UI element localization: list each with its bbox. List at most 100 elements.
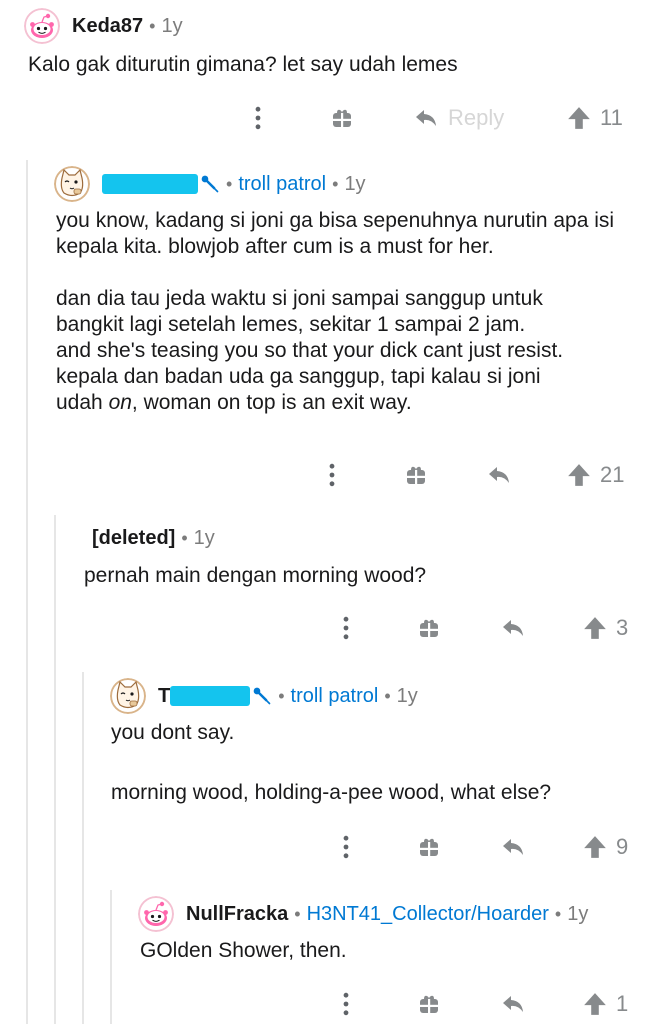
comment-text: Kalo gak diturutin gimana? let say udah … — [28, 53, 458, 76]
reply-arrow-icon — [499, 616, 527, 640]
mic-flair-icon — [252, 686, 272, 706]
award-gift-icon — [404, 463, 428, 487]
separator-dot: • — [332, 173, 339, 194]
more-vertical-icon — [341, 616, 351, 640]
comment-body: Kalo gak diturutin gimana? let say udah … — [28, 52, 648, 78]
vote-count: 9 — [616, 834, 629, 859]
separator-dot: • — [384, 685, 391, 706]
award-gift-icon — [417, 616, 441, 640]
snoo-avatar[interactable] — [138, 896, 174, 932]
comment-body: GOlden Shower, then. — [140, 938, 640, 964]
more-vertical-icon — [253, 106, 263, 130]
upvote-arrow-icon — [582, 834, 608, 860]
reply-arrow-icon — [499, 835, 527, 859]
mic-flair-icon — [200, 174, 220, 194]
reply-button[interactable]: Reply — [412, 98, 522, 138]
redacted-username — [102, 174, 198, 194]
comment-actions: 1 — [0, 984, 665, 1024]
more-vertical-icon — [327, 463, 337, 487]
more-options-button[interactable] — [334, 984, 358, 1024]
comment-3: [deleted] • 1y pernah main dengan mornin… — [0, 515, 665, 1024]
more-options-button[interactable] — [334, 827, 358, 867]
user-flair[interactable]: troll patrol — [238, 173, 326, 196]
award-button[interactable] — [415, 827, 443, 867]
award-gift-icon — [417, 992, 441, 1016]
upvote-button[interactable]: 21 — [566, 455, 646, 495]
comment-age: 1y — [193, 527, 215, 549]
more-options-button[interactable] — [334, 608, 358, 648]
reply-label: Reply — [448, 105, 505, 130]
more-options-button[interactable] — [320, 455, 344, 495]
award-gift-icon — [330, 106, 354, 130]
comment-paragraph: you dont say. — [111, 721, 235, 744]
comment-line: bangkit lagi setelah lemes, sekitar 1 sa… — [56, 313, 526, 336]
separator-dot: • — [294, 903, 301, 924]
user-flair[interactable]: H3NT41_Collector/Hoarder — [307, 903, 549, 926]
award-button[interactable] — [402, 455, 430, 495]
comment-header: NullFracka • H3NT41_Collector/Hoarder • … — [138, 896, 588, 932]
separator-dot: • — [181, 528, 188, 548]
award-button[interactable] — [415, 608, 443, 648]
reply-button[interactable] — [484, 455, 514, 495]
comment-age: 1y — [344, 172, 366, 195]
reply-button[interactable] — [498, 608, 528, 648]
comment-actions: 21 — [0, 455, 665, 495]
more-vertical-icon — [341, 835, 351, 859]
comment-text: GOlden Shower, then. — [140, 939, 347, 962]
vote-count: 1 — [616, 991, 629, 1016]
reply-arrow-icon — [499, 992, 527, 1016]
award-button[interactable] — [415, 984, 443, 1024]
comment-age: 1y — [396, 684, 418, 707]
upvote-arrow-icon — [582, 991, 608, 1017]
comment-1: Keda87 • 1y Kalo gak diturutin gimana? l… — [0, 0, 665, 150]
comment-header: [deleted] • 1y — [92, 527, 215, 550]
upvote-button[interactable]: 1 — [582, 984, 652, 1024]
more-vertical-icon — [341, 992, 351, 1016]
comment-header: Keda87 • 1y — [24, 8, 183, 44]
vote-count: 11 — [600, 105, 623, 130]
award-gift-icon — [417, 835, 441, 859]
comment-line: dan dia tau jeda waktu si joni sampai sa… — [56, 287, 543, 310]
more-options-button[interactable] — [246, 98, 270, 138]
separator-dot: • — [278, 685, 285, 706]
comment-line: and she's teasing you so that your dick … — [56, 339, 564, 362]
redacted-username — [170, 686, 251, 706]
comment-actions: 9 — [0, 827, 665, 867]
reply-button[interactable] — [498, 984, 528, 1024]
comment-paragraph: you know, kadang si joni ga bisa sepenuh… — [56, 209, 615, 258]
upvote-button[interactable]: 11 — [566, 98, 646, 138]
cat-avatar[interactable] — [110, 678, 146, 714]
username[interactable]: NullFracka — [186, 903, 288, 926]
comment-text: pernah main dengan morning wood? — [84, 564, 427, 587]
comment-line: , woman on top is an exit way. — [131, 391, 412, 414]
reply-arrow-icon — [412, 106, 440, 130]
vote-count: 21 — [600, 462, 625, 487]
upvote-button[interactable]: 3 — [582, 608, 652, 648]
snoo-avatar[interactable] — [24, 8, 60, 44]
cat-avatar[interactable] — [54, 166, 90, 202]
comment-header: T • troll patrol • 1y — [110, 678, 418, 714]
username[interactable]: Keda87 — [72, 15, 143, 38]
emphasis-text: on — [108, 391, 132, 414]
comment-2: • troll patrol • 1y you know, kadang si … — [0, 160, 665, 1024]
comment-5: NullFracka • H3NT41_Collector/Hoarder • … — [0, 890, 665, 1024]
comment-line: udah — [56, 391, 109, 414]
separator-dot: • — [554, 903, 562, 924]
comment-line: kepala dan badan uda ga sanggup, tapi ka… — [56, 365, 541, 388]
reply-arrow-icon — [485, 463, 513, 487]
upvote-arrow-icon — [582, 615, 608, 641]
upvote-arrow-icon — [566, 105, 592, 131]
upvote-arrow-icon — [566, 462, 592, 488]
upvote-button[interactable]: 9 — [582, 827, 652, 867]
comment-body: pernah main dengan morning wood? — [84, 563, 644, 589]
comment-actions: 3 — [0, 608, 665, 648]
award-button[interactable] — [328, 98, 356, 138]
comment-paragraph: dan dia tau jeda waktu si joni sampai sa… — [56, 286, 656, 416]
reply-button[interactable] — [498, 827, 528, 867]
user-flair[interactable]: troll patrol — [291, 685, 379, 708]
vote-count: 3 — [616, 615, 629, 640]
comment-paragraph: morning wood, holding-a-pee wood, what e… — [111, 781, 552, 804]
separator-dot: • — [149, 15, 156, 36]
comment-header: • troll patrol • 1y — [54, 166, 366, 202]
separator-dot: • — [226, 173, 233, 194]
